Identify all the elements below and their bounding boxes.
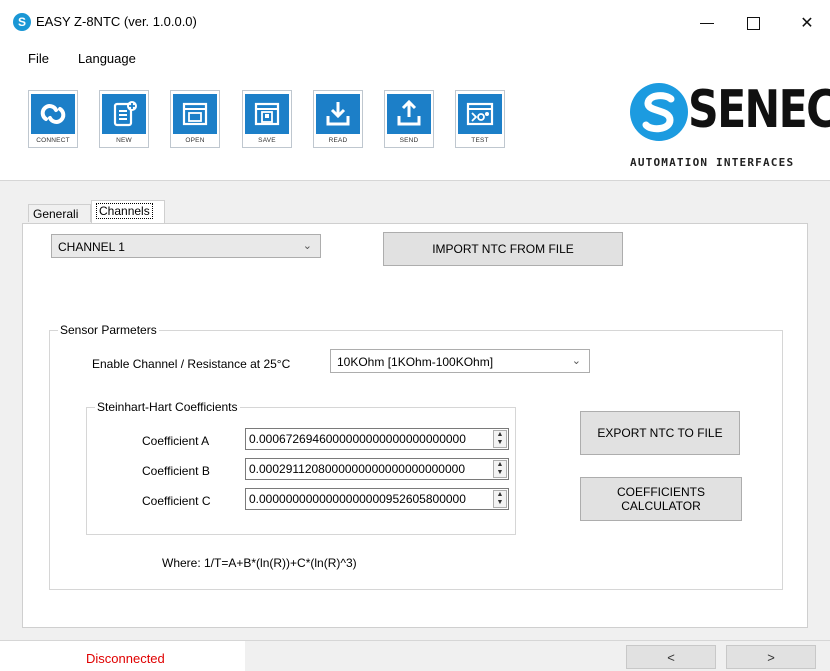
connect-label: CONNECT [36, 137, 70, 144]
coefficient-c-spinner[interactable]: ▲ ▼ [493, 490, 507, 508]
save-icon [245, 94, 289, 134]
test-button[interactable]: TEST [455, 90, 505, 148]
coefficient-a-spinner[interactable]: ▲ ▼ [493, 430, 507, 448]
previous-button[interactable]: < [626, 645, 716, 669]
tab-channels-label: Channels [96, 203, 153, 219]
chevron-down-icon: ⌄ [571, 355, 581, 367]
next-button[interactable]: > [726, 645, 816, 669]
enable-channel-label: Enable Channel / Resistance at 25°C [92, 357, 291, 371]
read-button[interactable]: READ [313, 90, 363, 148]
calculator-button-label: COEFFICIENTS CALCULATOR [617, 485, 705, 513]
send-button[interactable]: SEND [384, 90, 434, 148]
window-title: EASY Z-8NTC (ver. 1.0.0.0) [36, 14, 197, 29]
coefficient-b-spinner[interactable]: ▲ ▼ [493, 460, 507, 478]
coefficient-a-label: Coefficient A [142, 434, 210, 448]
minimize-button[interactable] [684, 8, 730, 38]
close-icon: ✕ [800, 15, 814, 32]
title-bar: S EASY Z-8NTC (ver. 1.0.0.0) ✕ [0, 0, 830, 44]
logo-wordmark: SENECA [688, 80, 830, 140]
minimize-icon [700, 22, 714, 24]
save-button[interactable]: SAVE [242, 90, 292, 148]
calculator-button-line1: COEFFICIENTS [616, 485, 705, 499]
menu-bar: File Language [0, 48, 830, 70]
maximize-button[interactable] [730, 8, 776, 38]
open-label: OPEN [185, 137, 205, 144]
coefficient-b-value: 0.0002911208000000000000000000000 [249, 462, 466, 476]
channels-panel: CHANNEL 1 ⌄ IMPORT NTC FROM FILE Sensor … [22, 223, 808, 628]
steinhart-hart-title: Steinhart-Hart Coefficients [95, 400, 240, 414]
coefficient-a-input[interactable]: 0.0006726946000000000000000000000 ▲ ▼ [245, 428, 509, 450]
coefficients-calculator-button[interactable]: COEFFICIENTS CALCULATOR [580, 477, 742, 521]
test-icon [458, 94, 502, 134]
menu-file[interactable]: File [28, 51, 49, 66]
coefficient-c-value: 0.0000000000000000000952605800000 [249, 492, 466, 506]
seneca-logo: SENECA AUTOMATION INTERFACES [624, 80, 830, 178]
status-bar: Disconnected < > [0, 640, 830, 671]
menu-language[interactable]: Language [78, 51, 136, 66]
resistance-select[interactable]: 10KOhm [1KOhm-100KOhm] ⌄ [330, 349, 590, 373]
connect-icon [31, 94, 75, 134]
sensor-parameters-title: Sensor Parmeters [58, 323, 159, 337]
new-file-icon [102, 94, 146, 134]
send-label: SEND [399, 137, 419, 144]
app-icon: S [13, 13, 31, 31]
coefficient-b-label: Coefficient B [142, 464, 210, 478]
coefficient-b-input[interactable]: 0.0002911208000000000000000000000 ▲ ▼ [245, 458, 509, 480]
calculator-button-line2: CALCULATOR [621, 499, 701, 513]
steinhart-hart-group: Steinhart-Hart Coefficients Coefficient … [86, 400, 516, 535]
coefficient-a-value: 0.0006726946000000000000000000000 [249, 432, 466, 446]
upload-icon [387, 94, 431, 134]
seneca-logo-mark [630, 83, 688, 141]
resistance-select-value: 10KOhm [1KOhm-100KOhm] [337, 355, 494, 369]
channel-select[interactable]: CHANNEL 1 ⌄ [51, 234, 321, 258]
tab-generali[interactable]: Generali [28, 204, 91, 222]
save-label: SAVE [258, 137, 276, 144]
formula-text: Where: 1/T=A+B*(ln(R))+C*(ln(R)^3) [162, 556, 357, 570]
download-icon [316, 94, 360, 134]
export-ntc-button[interactable]: EXPORT NTC TO FILE [580, 411, 740, 455]
chevron-down-icon: ⌄ [302, 240, 312, 252]
maximize-icon [746, 16, 760, 30]
test-label: TEST [471, 137, 489, 144]
sensor-parameters-group: Sensor Parmeters Enable Channel / Resist… [49, 323, 783, 590]
main-area: Generali Channels CHANNEL 1 ⌄ IMPORT NTC… [0, 180, 830, 640]
logo-tagline: AUTOMATION INTERFACES [630, 156, 795, 169]
close-button[interactable]: ✕ [784, 8, 830, 38]
coefficient-c-label: Coefficient C [142, 494, 211, 508]
channel-select-value: CHANNEL 1 [58, 240, 125, 254]
new-button[interactable]: NEW [99, 90, 149, 148]
read-label: READ [328, 137, 348, 144]
connection-status: Disconnected [86, 651, 165, 666]
connect-button[interactable]: CONNECT [28, 90, 78, 148]
new-label: NEW [116, 137, 132, 144]
import-ntc-button[interactable]: IMPORT NTC FROM FILE [383, 232, 623, 266]
status-left-section: Disconnected [0, 641, 245, 671]
open-button[interactable]: OPEN [170, 90, 220, 148]
tab-channels[interactable]: Channels [91, 200, 165, 223]
coefficient-c-input[interactable]: 0.0000000000000000000952605800000 ▲ ▼ [245, 488, 509, 510]
open-icon [173, 94, 217, 134]
